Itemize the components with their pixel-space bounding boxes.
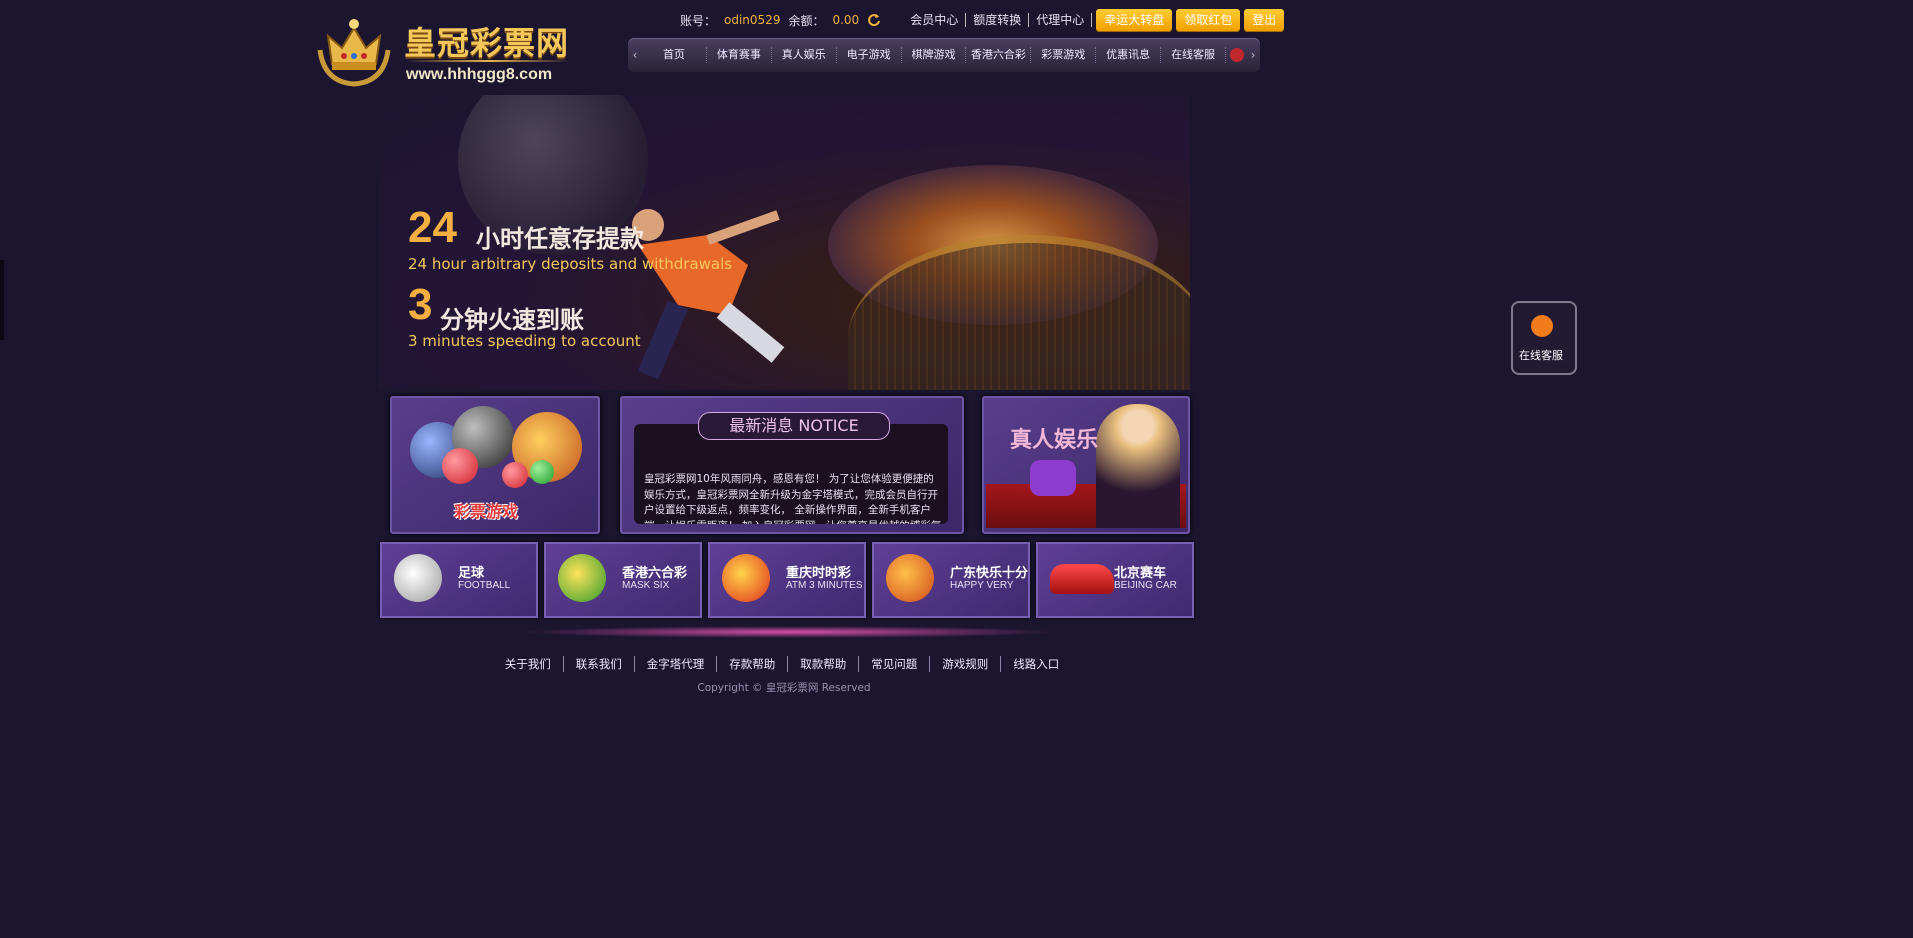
game-name: 重庆时时彩 — [786, 566, 852, 581]
notice-panel: 皇冠彩票网10年风雨同舟，感恩有您！ 为了让您体验更便捷的娱乐方式，皇冠彩票网全… — [620, 396, 964, 534]
live-casino-panel[interactable]: 真人娱乐 — [982, 396, 1190, 534]
header: 皇冠彩票网 www.hhhggg8.com 账号： odin0529 余额： 0… — [0, 0, 1568, 90]
game-name: 广东快乐十分 — [950, 566, 1029, 581]
banner-minutes-text: 分钟火速到账 — [440, 306, 584, 334]
game-name: 香港六合彩 — [622, 566, 688, 581]
headset-icon — [1531, 315, 1553, 337]
banner-minutes-english: 3 minutes speeding to account — [408, 332, 641, 350]
left-edge — [0, 260, 4, 340]
nav-item-promotions[interactable]: 优惠讯息 — [1096, 47, 1162, 63]
nav-item-home[interactable]: 首页 — [642, 47, 707, 63]
nav-item-board-games[interactable]: 棋牌游戏 — [902, 47, 967, 63]
balance-label: 余额： — [788, 13, 825, 28]
credit-transfer-link[interactable]: 额度转换 — [966, 13, 1030, 27]
game-name: 足球 — [458, 566, 485, 581]
chevron-left-icon: ‹ — [632, 48, 638, 62]
red-packet-button[interactable]: 领取红包 — [1176, 9, 1241, 31]
happy-ten-icon — [886, 554, 934, 602]
agent-center-link[interactable]: 代理中心 — [1029, 13, 1093, 27]
time-lottery-icon — [722, 554, 770, 602]
footer-link-about[interactable]: 关于我们 — [493, 656, 564, 672]
banner-minutes-number: 3 — [408, 280, 433, 329]
game-tile-guangdong[interactable]: 广东快乐十分 HAPPY VERY — [872, 542, 1030, 618]
footer-link-contact[interactable]: 联系我们 — [564, 656, 635, 672]
nav-item-slots[interactable]: 电子游戏 — [837, 47, 902, 63]
footer-link-faq[interactable]: 常见问题 — [859, 656, 931, 672]
notice-text: 皇冠彩票网10年风雨同舟，感恩有您！ 为了让您体验更便捷的娱乐方式，皇冠彩票网全… — [644, 473, 941, 524]
game-tile-mark-six[interactable]: 香港六合彩 MASK SIX — [544, 542, 702, 618]
site-logo[interactable]: 皇冠彩票网 www.hhhggg8.com — [314, 8, 574, 90]
footer-link-pyramid-agent[interactable]: 金字塔代理 — [635, 656, 718, 672]
game-tile-chongqing[interactable]: 重庆时时彩 ATM 3 MINUTES — [708, 542, 866, 618]
account-value: odin0529 — [724, 13, 781, 27]
lottery-ball-graphic — [442, 448, 478, 484]
soccer-ball-icon — [394, 554, 442, 602]
game-name: 北京赛车 — [1114, 566, 1167, 581]
footer-link-deposit-help[interactable]: 存款帮助 — [717, 656, 789, 672]
race-car-icon — [1050, 564, 1114, 594]
copyright: Copyright © 皇冠彩票网 Reserved — [697, 682, 871, 694]
divider-glow — [520, 626, 1060, 638]
footer-link-line-entry[interactable]: 线路入口 — [1001, 656, 1071, 672]
lottery-games-title: 彩票游戏 — [454, 502, 519, 521]
mark-six-icon — [558, 554, 606, 602]
chevron-right-icon: › — [1250, 48, 1256, 62]
footer-link-rules[interactable]: 游戏规则 — [930, 656, 1002, 672]
notice-title: 最新消息 NOTICE — [698, 412, 890, 440]
phone-icon — [1030, 460, 1076, 496]
nav-item-live-casino[interactable]: 真人娱乐 — [772, 47, 837, 63]
lucky-wheel-button[interactable]: 幸运大转盘 — [1096, 9, 1173, 31]
game-english-name: ATM 3 MINUTES — [786, 580, 863, 591]
lottery-ball-graphic — [502, 462, 528, 488]
dealer-graphic — [1096, 404, 1180, 528]
footer-link-withdraw-help[interactable]: 取款帮助 — [788, 656, 860, 672]
online-support-widget[interactable]: 在线客服 — [1511, 301, 1577, 375]
nav-item-sports[interactable]: 体育赛事 — [707, 47, 772, 63]
refresh-icon[interactable] — [867, 13, 881, 27]
dice-icon — [1230, 48, 1245, 62]
account-label: 账号： — [680, 13, 717, 28]
lottery-ball-graphic — [530, 460, 554, 484]
game-english-name: HAPPY VERY — [950, 580, 1014, 591]
online-support-label: 在线客服 — [1519, 349, 1563, 362]
banner-hours-english: 24 hour arbitrary deposits and withdrawa… — [408, 255, 733, 273]
logo-divider — [406, 60, 571, 62]
banner-hours-text: 小时任意存提款 — [476, 225, 644, 253]
nav-item-lottery[interactable]: 彩票游戏 — [1031, 47, 1097, 63]
logo-title: 皇冠彩票网 — [404, 24, 570, 62]
nav-item-support[interactable]: 在线客服 — [1161, 47, 1227, 63]
hero-banner[interactable]: 24 小时任意存提款 24 hour arbitrary deposits an… — [378, 95, 1190, 390]
account-bar: 账号： odin0529 余额： 0.00 会员中心 额度转换 代理中心 幸运大… — [680, 9, 1285, 31]
logo-url: www.hhhggg8.com — [406, 66, 553, 83]
game-english-name: MASK SIX — [622, 580, 670, 591]
balance-value: 0.00 — [832, 13, 860, 27]
game-tile-football[interactable]: 足球 FOOTBALL — [380, 542, 538, 618]
game-english-name: FOOTBALL — [458, 580, 511, 591]
member-center-link[interactable]: 会员中心 — [903, 13, 967, 27]
crown-icon — [317, 19, 391, 87]
lottery-games-panel[interactable]: 彩票游戏 — [390, 396, 600, 534]
footer-links: 关于我们 联系我们 金字塔代理 存款帮助 取款帮助 常见问题 游戏规则 线路入口 — [492, 656, 1072, 672]
game-english-name: BEIJING CAR — [1114, 580, 1177, 591]
banner-hours-number: 24 — [408, 203, 457, 252]
main-nav: ‹ 首页 体育赛事 真人娱乐 电子游戏 棋牌游戏 香港六合彩 彩票游戏 优惠讯息… — [628, 38, 1260, 72]
logout-button[interactable]: 登出 — [1244, 9, 1285, 31]
game-tile-beijing-car[interactable]: 北京赛车 BEIJING CAR — [1036, 542, 1194, 618]
live-casino-title: 真人娱乐 — [1010, 428, 1099, 453]
nav-item-mark-six[interactable]: 香港六合彩 — [966, 47, 1032, 63]
